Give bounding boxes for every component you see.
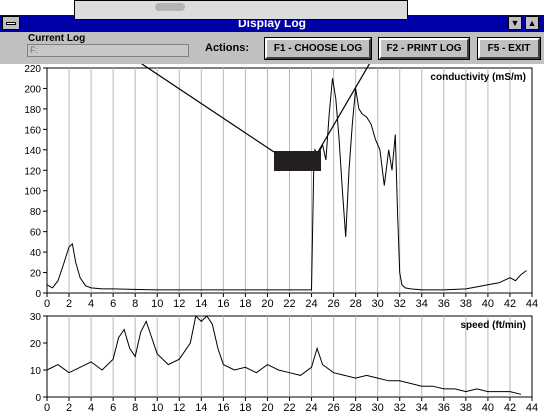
conductivity-x-tick-label: 2 <box>66 298 72 310</box>
conductivity-x-tick-label: 0 <box>44 298 50 310</box>
arrow-up-icon: ▲ <box>527 18 537 28</box>
conductivity-x-tick-label: 44 <box>526 298 538 310</box>
speed-x-tick-label: 16 <box>217 402 229 414</box>
speed-x-tick-label: 28 <box>350 402 362 414</box>
conductivity-x-tick-label: 4 <box>88 298 94 310</box>
speed-x-tick-label: 38 <box>460 402 472 414</box>
conductivity-x-tick-label: 34 <box>416 298 428 310</box>
conductivity-y-tick-label: 80 <box>30 207 42 218</box>
speed-x-tick-label: 30 <box>372 402 384 414</box>
speed-x-tick-label: 8 <box>132 402 138 414</box>
speed-x-tick-label: 4 <box>88 402 94 414</box>
conductivity-x-tick-label: 6 <box>110 298 116 310</box>
exit-button[interactable]: F5 - EXIT <box>477 37 541 60</box>
conductivity-y-tick-label: 140 <box>24 146 41 157</box>
conductivity-x-tick-label: 12 <box>173 298 185 310</box>
arrow-down-icon: ▼ <box>510 18 520 28</box>
conductivity-x-tick-label: 30 <box>372 298 384 310</box>
speed-x-tick-label: 44 <box>526 402 538 414</box>
speed-y-tick-label: 30 <box>30 312 42 323</box>
photo-detail <box>155 3 185 11</box>
conductivity-x-tick-label: 22 <box>283 298 295 310</box>
current-log-label: Current Log <box>28 33 86 44</box>
minimize-button[interactable]: ▼ <box>508 16 522 30</box>
conductivity-x-tick-label: 42 <box>504 298 516 310</box>
speed-x-tick-label: 42 <box>504 402 516 414</box>
overlay-photo <box>74 0 408 20</box>
speed-x-tick-label: 32 <box>394 402 406 414</box>
toolbar: Current Log F: Actions: F1 - CHOOSE LOG … <box>0 32 544 64</box>
conductivity-y-tick-label: 60 <box>30 228 42 239</box>
actions-label: Actions: <box>205 42 249 54</box>
conductivity-y-tick-label: 180 <box>24 105 41 116</box>
conductivity-y-tick-label: 0 <box>35 289 41 300</box>
speed-y-tick-label: 0 <box>35 393 41 404</box>
conductivity-x-tick-label: 40 <box>482 298 494 310</box>
conductivity-x-tick-label: 16 <box>217 298 229 310</box>
speed-x-tick-label: 26 <box>327 402 339 414</box>
speed-x-tick-label: 12 <box>173 402 185 414</box>
callout-box <box>274 151 321 171</box>
speed-x-tick-label: 10 <box>151 402 163 414</box>
choose-log-button[interactable]: F1 - CHOOSE LOG <box>264 37 372 60</box>
conductivity-y-tick-label: 220 <box>24 64 41 75</box>
speed-x-tick-label: 22 <box>283 402 295 414</box>
speed-y-tick-label: 20 <box>30 339 42 350</box>
conductivity-x-tick-label: 10 <box>151 298 163 310</box>
speed-x-tick-label: 40 <box>482 402 494 414</box>
conductivity-y-tick-label: 160 <box>24 125 41 136</box>
plot-area: 0 2 4 6 8 10 12 14 16 18 20 22 24 26 28 30 32 34 36 38 40 42 4… <box>0 19 544 417</box>
log-plots: 0 2 4 6 8 10 12 14 16 18 20 22 24 26 28 30 32 34 36 38 40 42 4… <box>24 19 538 414</box>
speed-chart-title: speed (ft/min) <box>460 320 526 331</box>
conductivity-chart-title: conductivity (mS/m) <box>430 72 526 83</box>
speed-x-tick-label: 6 <box>110 402 116 414</box>
speed-x-tick-label: 18 <box>239 402 251 414</box>
speed-x-tick-label: 2 <box>66 402 72 414</box>
speed-x-tick-label: 36 <box>438 402 450 414</box>
speed-x-tick-label: 20 <box>261 402 273 414</box>
conductivity-x-tick-label: 20 <box>261 298 273 310</box>
speed-y-tick-label: 10 <box>30 366 42 377</box>
speed-x-tick-label: 24 <box>305 402 317 414</box>
conductivity-x-tick-label: 14 <box>195 298 207 310</box>
speed-x-tick-label: 0 <box>44 402 50 414</box>
conductivity-y-tick-label: 40 <box>30 248 42 259</box>
conductivity-x-tick-label: 38 <box>460 298 472 310</box>
conductivity-x-tick-label: 8 <box>132 298 138 310</box>
conductivity-x-tick-label: 32 <box>394 298 406 310</box>
conductivity-y-tick-label: 200 <box>24 84 41 95</box>
conductivity-x-tick-label: 24 <box>305 298 317 310</box>
print-log-button[interactable]: F2 - PRINT LOG <box>378 37 470 60</box>
conductivity-y-tick-label: 20 <box>30 269 42 280</box>
conductivity-x-tick-label: 26 <box>327 298 339 310</box>
speed-x-tick-label: 34 <box>416 402 428 414</box>
conductivity-x-tick-label: 36 <box>438 298 450 310</box>
conductivity-x-tick-label: 18 <box>239 298 251 310</box>
conductivity-x-tick-label: 28 <box>350 298 362 310</box>
speed-x-tick-label: 14 <box>195 402 207 414</box>
current-log-field: F: <box>27 44 189 57</box>
conductivity-y-tick-label: 100 <box>24 187 41 198</box>
maximize-button[interactable]: ▲ <box>525 16 539 30</box>
conductivity-y-tick-label: 120 <box>24 166 41 177</box>
